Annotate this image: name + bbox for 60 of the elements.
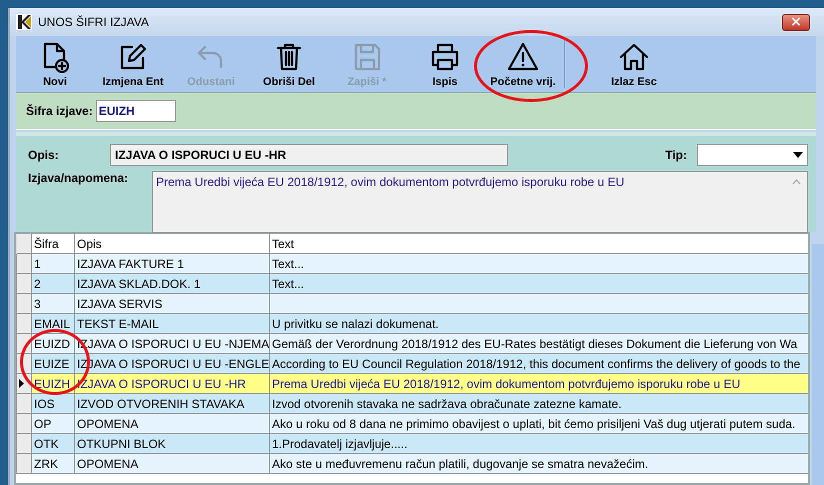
- table-cell: 2: [34, 276, 41, 290]
- column-header[interactable]: Šifra: [32, 234, 74, 254]
- table-row[interactable]: 2 IZJAVA SKLAD.DOK. 1 Text...: [16, 274, 808, 294]
- description-field[interactable]: IZJAVA O ISPORUCI U EU -HR: [110, 144, 508, 166]
- table-row[interactable]: ZRK OPOMENA Ako ste u međuvremenu račun platili, dugovanje se smatra nevažećim.: [16, 454, 808, 474]
- table-cell: EUIZH: [34, 376, 70, 390]
- table-cell: Prema Uredbi vijeća EU 2018/1912, ovim dokumentom potvrđujemo isporuku robe u EU: [272, 376, 740, 390]
- toolbar-button[interactable]: Izlaz Esc: [595, 36, 673, 92]
- field-label: Opis:: [28, 148, 60, 162]
- table-cell: OP: [34, 416, 52, 430]
- column-header[interactable]: Text: [270, 234, 808, 254]
- toolbar-button[interactable]: Ispis: [406, 36, 484, 92]
- table-cell: ZRK: [34, 456, 58, 470]
- table-row[interactable]: OTK OTKUPNI BLOK 1.Prodavatelj izjavljuje.....: [16, 434, 808, 454]
- table-cell: EUIZE: [34, 356, 70, 370]
- table-cell: EMAIL: [34, 316, 70, 330]
- table-row[interactable]: IOS IZVOD OTVORENIH STAVAKA Izvod otvorenih stavaka ne sadržava obračunate zatezne kamate.: [16, 394, 808, 414]
- table-row[interactable]: OP OPOMENA Ako u roku od 8 dana ne primimo obavijest o uplati, bit ćemo prisiljeni Vaš dug utjerati putem suda.: [16, 414, 808, 434]
- field-label: Šifra izjave:: [26, 104, 93, 118]
- table-cell: IZJAVA FAKTURE 1: [77, 256, 184, 270]
- table-cell: IOS: [34, 396, 55, 410]
- scroll-up-icon: [792, 179, 801, 185]
- dropdown-arrow-icon: [793, 152, 803, 158]
- table-cell: OTK: [34, 436, 59, 450]
- table-cell: OPOMENA: [77, 456, 138, 470]
- table-row[interactable]: 3 IZJAVA SERVIS: [16, 294, 808, 314]
- toolbar-button[interactable]: Izmjena Ent: [94, 36, 172, 92]
- table-cell: Izvod otvorenih stavaka ne sadržava obračunate zatezne kamate.: [272, 396, 622, 410]
- table-cell: IZJAVA SERVIS: [77, 296, 162, 310]
- window-title: UNOS ŠIFRI IZJAVA: [38, 15, 149, 29]
- table-cell: U privitku se nalazi dokumenat.: [272, 316, 439, 330]
- type-dropdown[interactable]: [697, 144, 808, 166]
- table-cell: Ako ste u međuvremenu račun platili, dugovanje se smatra nevažećim.: [272, 456, 648, 470]
- row-pointer-icon: [19, 379, 24, 388]
- toolbar-button[interactable]: Početne vrij.: [484, 36, 562, 92]
- column-header[interactable]: Opis: [74, 234, 270, 254]
- table-cell: OTKUPNI BLOK: [77, 436, 166, 450]
- table-row[interactable]: 1 IZJAVA FAKTURE 1 Text...: [16, 254, 808, 274]
- table-cell: EUIZD: [34, 336, 70, 350]
- table-cell: Text...: [272, 256, 304, 270]
- field-label: Tip:: [665, 148, 687, 162]
- toolbar-button[interactable]: Obriši Del: [250, 36, 328, 92]
- table-cell: TEKST E-MAIL: [77, 316, 159, 330]
- warning-icon: [507, 40, 539, 72]
- code-field[interactable]: EUIZH: [96, 100, 176, 122]
- app-logo-icon: [16, 14, 32, 30]
- table-cell: Text...: [272, 276, 304, 290]
- table-cell: IZVOD OTVORENIH STAVAKA: [77, 396, 244, 410]
- table-cell: Ako u roku od 8 dana ne primimo obavijest o uplati, bit ćemo prisiljeni Vaš dug utjerati putem suda.: [272, 416, 796, 430]
- table-cell: IZJAVA SKLAD.DOK. 1: [77, 276, 201, 290]
- table-cell: OPOMENA: [77, 416, 138, 430]
- table-cell: 3: [34, 296, 41, 310]
- note-field[interactable]: Prema Uredbi vijeća EU 2018/1912, ovim dokumentom potvrđujemo isporuku robe u EU: [152, 171, 808, 233]
- table-cell: Gemäß der Verordnung 2018/1912 des EU-Rates bestätigt dieses Dokument die Lieferung von Wa: [272, 336, 798, 350]
- table-cell: 1.Prodavatelj izjavljuje.....: [272, 436, 408, 450]
- table-row[interactable]: EMAIL TEKST E-MAIL U privitku se nalazi dokumenat.: [16, 314, 808, 334]
- table-cell: According to EU Council Regulation 2018/1912, this document confirms the delivery of goods to the: [272, 356, 800, 370]
- toolbar-button[interactable]: Novi: [16, 36, 94, 92]
- field-label: Izjava/napomena:: [28, 171, 130, 187]
- table-cell: 1: [34, 256, 41, 270]
